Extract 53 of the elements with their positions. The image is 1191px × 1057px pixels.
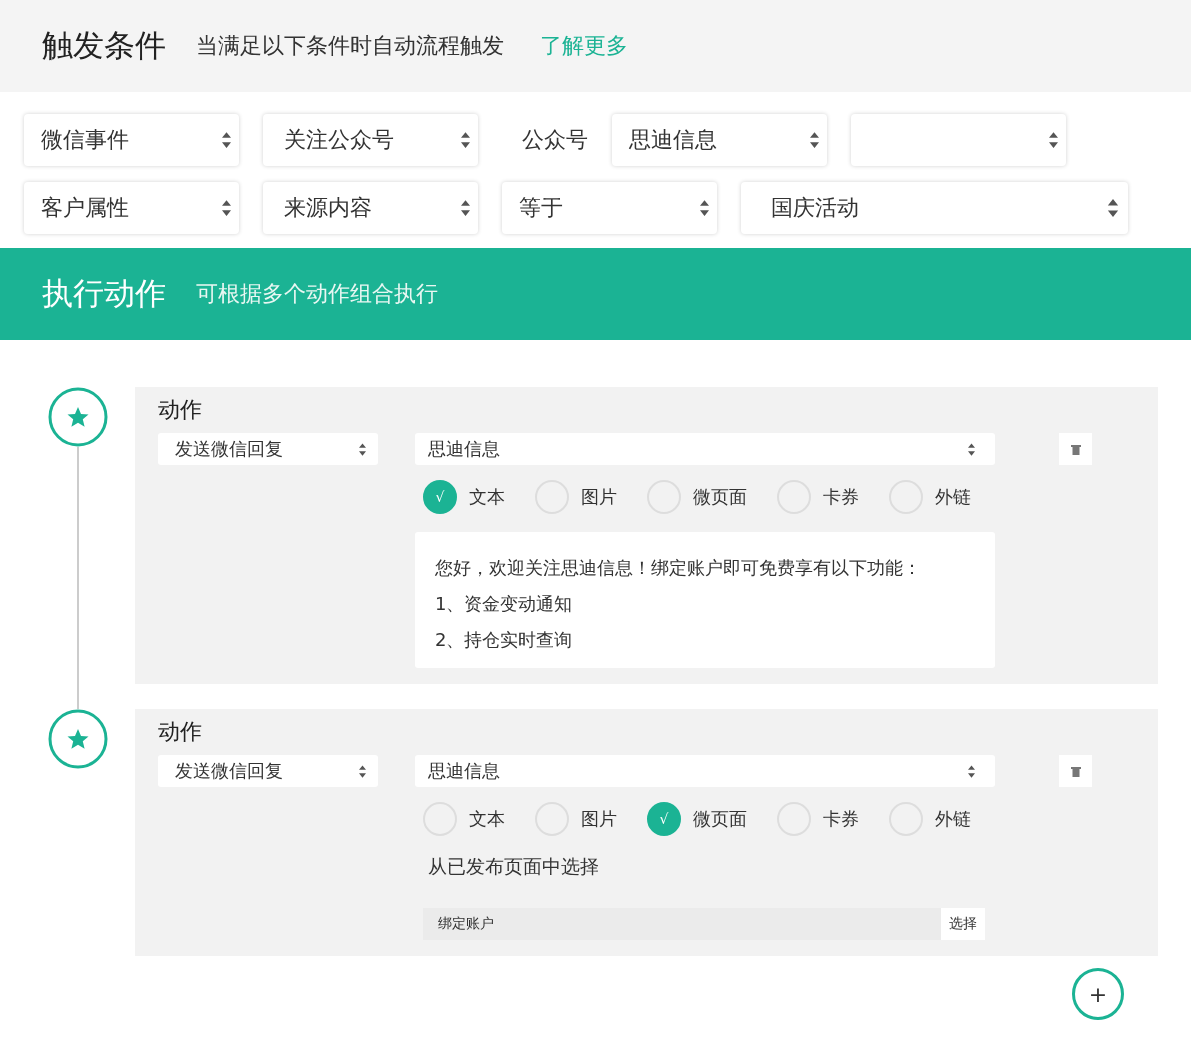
message-box[interactable]: 您好，欢迎关注思迪信息！绑定账户即可免费享有以下功能： 1、资金变动通知 2、持仓实时查询 — [415, 532, 995, 668]
sort-arrows-icon — [359, 442, 366, 456]
trash-icon — [1070, 443, 1081, 455]
message-line: 2、持仓实时查询 — [435, 628, 574, 652]
radio-option[interactable]: 图片 — [535, 802, 617, 836]
radio-option[interactable]: 微页面 — [647, 480, 747, 514]
dropdown-select[interactable]: 微信事件 — [24, 114, 239, 166]
sort-arrows-icon — [700, 199, 709, 217]
sort-arrows-icon — [359, 764, 366, 778]
radio-option[interactable]: √ 微页面 — [647, 802, 747, 836]
sort-arrows-icon — [461, 199, 470, 217]
section-title: 触发条件 — [42, 26, 166, 65]
sort-arrows-icon — [968, 764, 975, 778]
section-subtitle: 当满足以下条件时自动流程触发 — [196, 32, 504, 60]
dropdown-select[interactable]: 思迪信息 — [415, 755, 995, 787]
radio-option[interactable]: 卡券 — [777, 480, 859, 514]
message-line: 您好，欢迎关注思迪信息！绑定账户即可免费享有以下功能： — [435, 556, 922, 580]
dropdown-select[interactable] — [851, 114, 1066, 166]
dropdown-select[interactable]: 发送微信回复 — [158, 433, 378, 465]
trash-icon — [1070, 765, 1081, 777]
card-title: 动作 — [158, 718, 203, 746]
dropdown-select[interactable]: 发送微信回复 — [158, 755, 378, 787]
radio-option[interactable]: 外链 — [889, 480, 971, 514]
dropdown-select[interactable]: 思迪信息 — [415, 433, 995, 465]
radio-option[interactable]: 外链 — [889, 802, 971, 836]
message-line: 1、资金变动通知 — [435, 592, 574, 616]
delete-button[interactable] — [1059, 755, 1092, 787]
radio-option[interactable]: 图片 — [535, 480, 617, 514]
sort-arrows-icon — [1106, 199, 1120, 217]
sort-arrows-icon — [810, 131, 819, 149]
dropdown-select[interactable]: 来源内容 — [263, 182, 478, 234]
sort-arrows-icon — [222, 199, 231, 217]
sort-arrows-icon — [968, 442, 975, 456]
sort-arrows-icon — [1049, 131, 1058, 149]
section-title: 执行动作 — [42, 274, 166, 313]
sort-arrows-icon — [222, 131, 231, 149]
add-button[interactable]: + — [1072, 968, 1124, 1020]
radio-option[interactable]: √ 文本 — [423, 480, 505, 514]
choose-button[interactable]: 选择 — [941, 908, 985, 940]
field-label: 公众号 — [522, 126, 588, 154]
dropdown-select[interactable]: 国庆活动 — [741, 182, 1128, 234]
sort-arrows-icon — [461, 131, 470, 149]
radio-option[interactable]: 卡券 — [777, 802, 859, 836]
page-field[interactable]: 绑定账户 — [423, 908, 941, 940]
radio-option[interactable]: 文本 — [423, 802, 505, 836]
section-subtitle: 可根据多个动作组合执行 — [196, 280, 438, 308]
dropdown-select[interactable]: 关注公众号 — [263, 114, 478, 166]
dropdown-select[interactable]: 客户属性 — [24, 182, 239, 234]
dropdown-select[interactable]: 等于 — [502, 182, 717, 234]
card-title: 动作 — [158, 396, 203, 424]
delete-button[interactable] — [1059, 433, 1092, 465]
prompt-text: 从已发布页面中选择 — [427, 854, 600, 879]
dropdown-select[interactable]: 思迪信息 — [612, 114, 827, 166]
